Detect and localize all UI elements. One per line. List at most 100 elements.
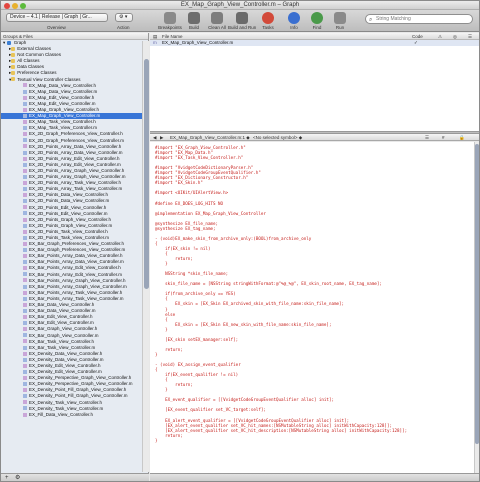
file-label: EX_2D_Points_Graph_View_Controller.m: [29, 222, 113, 228]
file-label: EX_Map_Data_View_Controller.m: [29, 88, 98, 94]
source-file-icon: [23, 187, 27, 192]
target-column-icon[interactable]: ◎: [453, 33, 457, 40]
file-label: EX_2D_Points_Edit_View_Controller.h: [29, 204, 107, 210]
file-label: EX_Map_Task_View_Controller.h: [29, 119, 96, 125]
run-icon: [334, 12, 346, 24]
file-label: EX_2D_Points_Task_View_Controller.m: [29, 235, 109, 240]
tasks-button[interactable]: Tasks: [254, 12, 282, 30]
action-popup[interactable]: ⚙ ▾: [115, 13, 133, 22]
header-file-icon: [23, 266, 27, 271]
file-label: EX_Map_Graph_View_Controller.m: [29, 113, 101, 119]
file-label: EX_Density_Edit_View_Controller.h: [29, 362, 101, 368]
file-label: EX_Density_Perspective_Graph_View_Contro…: [29, 375, 132, 381]
nav-back-icon[interactable]: ◀: [153, 134, 156, 141]
source-file-icon: [23, 333, 27, 338]
header-file-icon: [23, 351, 27, 356]
project-icon: [6, 40, 11, 45]
file-label: EX_Bar_Points_Array_Task_View_Controller…: [29, 295, 124, 301]
toolbar-button-label: Clean All: [208, 25, 226, 30]
source-file-icon: [23, 357, 27, 362]
file-label: EX_Bar_Graph_Preferences_View_Controller…: [29, 247, 126, 253]
source-file-icon: [23, 248, 27, 252]
tree-root-label: Graph: [13, 40, 27, 45]
editor-navigation-bar: ◀ ▶ EX_Map_Graph_View_Controller.m:1 ◆ <…: [150, 134, 479, 141]
columns-menu-icon[interactable]: ☰: [468, 33, 472, 40]
warning-column-icon[interactable]: ⚠: [438, 33, 442, 40]
file-label: EX_2D_Points_Data_View_Controller.h: [29, 192, 108, 198]
breakpoints-icon: [164, 12, 176, 24]
source-file-icon: [23, 174, 27, 179]
folder-icon: [11, 53, 16, 57]
counterpart-icon[interactable]: #: [442, 134, 445, 141]
build-and-run-button[interactable]: Build and Run: [228, 12, 256, 30]
file-item[interactable]: EX_Fill_Data_View_Controller.h: [1, 412, 148, 418]
run-button[interactable]: Run: [326, 12, 354, 30]
add-icon[interactable]: +: [5, 474, 9, 481]
sidebar-scrollbar[interactable]: [142, 41, 149, 472]
code-column-header[interactable]: Code: [412, 33, 423, 40]
file-path-popup[interactable]: EX_Map_Graph_View_Controller.m:1 ◆: [170, 134, 250, 141]
lock-icon[interactable]: 🔒: [459, 134, 465, 141]
file-name-column-header[interactable]: File Name: [162, 33, 183, 40]
header-file-icon: [23, 327, 27, 332]
file-label: EX_Map_Graph_View_Controller.h: [29, 107, 99, 113]
toolbar-button-label: Build and Run: [228, 25, 257, 30]
header-file-icon: [23, 412, 27, 417]
folder-icon: [11, 65, 16, 70]
file-icon-column[interactable]: ▤: [153, 33, 157, 40]
file-label: EX_2D_Points_Graph_View_Controller.h: [29, 216, 111, 222]
header-file-icon: [23, 375, 27, 380]
source-file-icon: [23, 211, 27, 216]
header-file-icon: [23, 229, 27, 234]
file-list-row[interactable]: m EX_Map_Graph_View_Controller.m ✓: [150, 40, 479, 46]
clean-all-button[interactable]: Clean All: [203, 12, 231, 30]
source-file-icon: [23, 382, 27, 387]
header-file-icon: [23, 339, 27, 344]
search-icon: ⌕: [369, 17, 373, 23]
symbol-popup[interactable]: <No selected symbol> ◆: [253, 134, 302, 141]
file-label: EX_Bar_Edit_View_Controller.h: [29, 314, 93, 320]
nav-forward-icon[interactable]: ▶: [160, 134, 163, 141]
source-file-icon: [23, 406, 27, 411]
file-label: EX_2D_Points_Array_Task_View_Controller.…: [29, 180, 121, 186]
toolbar: Device – 4.1 | Release | Graph | Gr... ⚙…: [1, 10, 479, 32]
search-field[interactable]: ⌕ String Matching: [365, 14, 473, 24]
file-label: EX_Bar_Points_Array_Task_View_Controller…: [29, 289, 123, 295]
file-label: EX_2D_Points_Array_Task_View_Controller.…: [29, 186, 123, 192]
source-file-icon: [23, 296, 27, 301]
header-file-icon: [23, 144, 27, 149]
file-label: EX_Bar_Data_View_Controller.m: [29, 308, 96, 314]
code-editor[interactable]: #import "EX_Graph_View_Controller.h" #imp…: [150, 142, 474, 473]
file-label: EX_Bar_Points_Array_Edit_View_Controller…: [29, 271, 122, 277]
header-file-icon: [23, 107, 27, 112]
bookmarks-icon[interactable]: ☰: [425, 134, 429, 141]
header-file-icon: [23, 290, 27, 295]
search-placeholder: String Matching: [376, 16, 411, 22]
hammer-run-icon: [236, 12, 248, 24]
source-file-icon: [23, 199, 27, 204]
file-label: EX_Bar_Task_View_Controller.m: [29, 344, 96, 350]
group-label: All Classes: [17, 58, 40, 64]
source-file-icon: [23, 113, 27, 118]
group-label: Not Common Classes: [17, 52, 62, 58]
file-list: ▤ File Name Code ⚠ ◎ ☰ m EX_Map_Graph_Vi…: [150, 33, 479, 131]
gear-icon[interactable]: ⚙: [15, 474, 20, 481]
source-file-icon: [23, 272, 27, 277]
file-list-row-name: EX_Map_Graph_View_Controller.m: [162, 40, 234, 45]
sidebar-scroll-thumb[interactable]: [144, 59, 149, 289]
folder-icon: [11, 46, 16, 51]
header-file-icon: [23, 205, 27, 210]
action-label: Action: [117, 25, 130, 30]
editor-scrollbar[interactable]: [474, 142, 479, 473]
header-file-icon: [23, 132, 27, 137]
header-file-icon: [23, 254, 27, 259]
header-file-icon: [23, 217, 27, 222]
file-label: EX_Bar_Graph_View_Controller.h: [29, 326, 98, 332]
disclosure-triangle-icon[interactable]: ▾: [3, 40, 5, 45]
scheme-popup[interactable]: Device – 4.1 | Release | Graph | Gr...: [6, 13, 108, 22]
title-bar[interactable]: EX_Map_Graph_View_Controller.m – Graph: [1, 1, 479, 10]
folder-icon: [11, 71, 16, 76]
group-label: Textual View Controller Classes: [17, 76, 81, 82]
toolbar-button-label: Run: [335, 25, 345, 30]
editor-scroll-thumb[interactable]: [475, 144, 479, 444]
